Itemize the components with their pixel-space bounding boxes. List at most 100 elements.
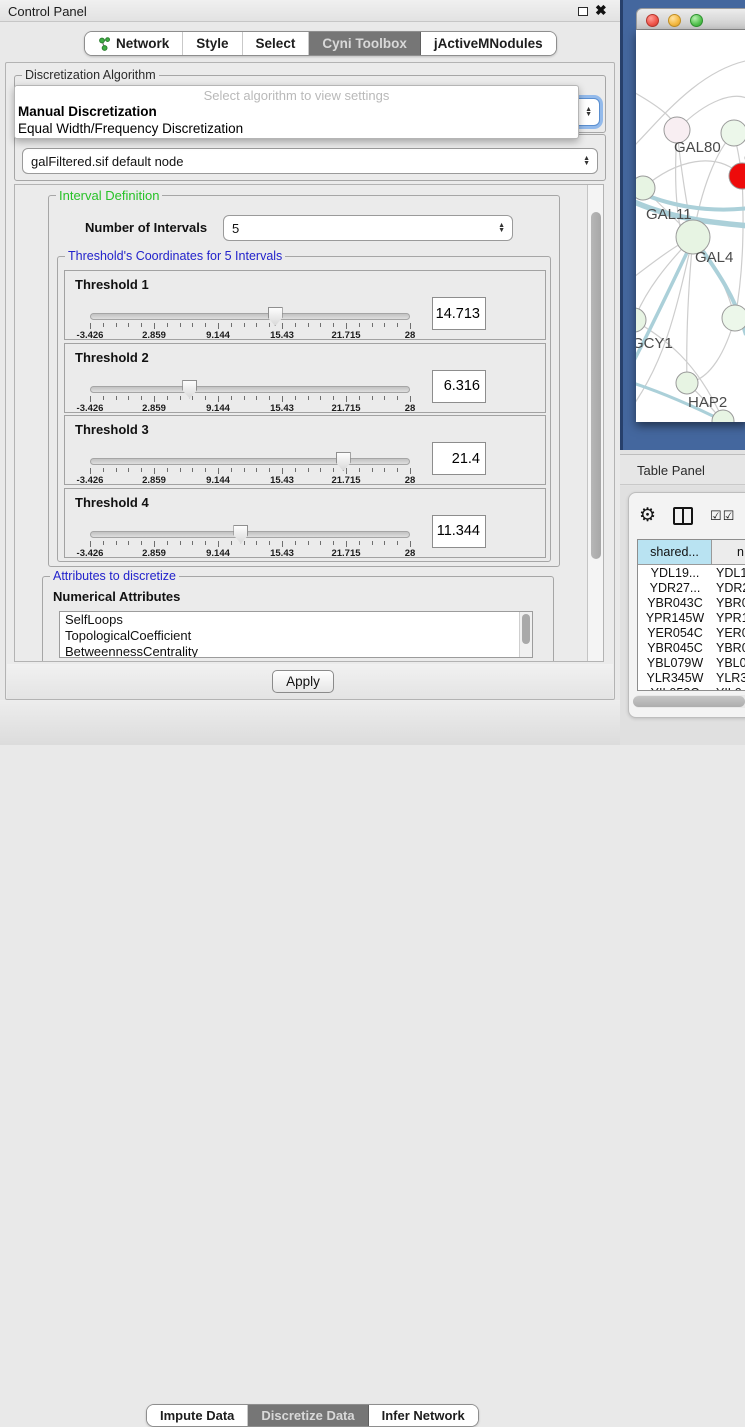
cell-shared-name: YLR345W xyxy=(638,670,712,685)
split-columns-icon[interactable] xyxy=(673,507,693,525)
table-rows: YDL19...YDL1YDR27...YDR2YBR043CYBR0YPR14… xyxy=(638,565,745,691)
cell-name: YBR0 xyxy=(712,595,745,610)
network-node[interactable] xyxy=(722,305,745,331)
table-row[interactable]: YBR043CYBR0 xyxy=(638,595,745,610)
number-of-intervals-combobox[interactable]: 5 ▲▼ xyxy=(223,215,513,241)
algorithm-dropdown-popup: Select algorithm to view settings Manual… xyxy=(14,85,579,139)
cell-shared-name: YDL19... xyxy=(638,565,712,580)
table-panel-toolbar: ⚙ ☑☑ xyxy=(639,503,735,529)
control-panel-titlebar: Control Panel ✖ xyxy=(0,0,620,22)
column-header-shared-name[interactable]: shared... xyxy=(638,540,712,564)
table-panel-titlebar: Table Panel xyxy=(620,454,745,485)
table-row[interactable]: YIL053CYIL0 xyxy=(638,685,745,691)
slider-ticks xyxy=(90,541,410,548)
slider-track[interactable] xyxy=(90,531,410,538)
checkbox-icons[interactable]: ☑☑ xyxy=(710,508,735,524)
threshold-value-field[interactable]: 14.713 xyxy=(432,297,486,330)
network-icon xyxy=(98,37,111,51)
bottom-tab-bar: Impute Data Discretize DataInfer Network xyxy=(146,1404,479,1427)
tab-infer-network[interactable]: Infer Network xyxy=(369,1405,478,1426)
tab-label: Style xyxy=(196,36,228,51)
cell-shared-name: YBR043C xyxy=(638,595,712,610)
network-view-window[interactable]: GAL80GACGAL11GAL4GCY1HHAP2 xyxy=(620,0,745,450)
tab-jactivemnodules[interactable]: jActiveMNodules xyxy=(421,32,556,55)
table-data-value: galFiltered.sif default node xyxy=(31,154,183,169)
discretization-algorithm-label: Discretization Algorithm xyxy=(22,68,159,82)
network-node[interactable] xyxy=(636,308,646,332)
popup-option[interactable]: Manual Discretization xyxy=(15,103,578,120)
column-header-name[interactable]: n xyxy=(712,540,745,564)
network-node[interactable] xyxy=(636,176,655,200)
cell-name: YER0 xyxy=(712,625,745,640)
popup-option[interactable]: Equal Width/Frequency Discretization xyxy=(15,120,578,137)
threshold-box: Threshold 2-3.4262.8599.14415.4321.71528… xyxy=(64,343,546,413)
gear-icon[interactable]: ⚙ xyxy=(639,506,656,526)
popup-placeholder-item[interactable]: Select algorithm to view settings xyxy=(15,86,578,103)
slider-track[interactable] xyxy=(90,313,410,320)
threshold-slider[interactable]: -3.4262.8599.14415.4321.71528 xyxy=(90,456,410,486)
cell-name: YPR1 xyxy=(712,610,745,625)
threshold-value-field[interactable]: 21.4 xyxy=(432,442,486,475)
float-window-icon[interactable] xyxy=(578,7,588,16)
tab-cyni-toolbox[interactable]: Cyni Toolbox xyxy=(309,32,421,55)
table-row[interactable]: YPR145WYPR1 xyxy=(638,610,745,625)
table-row[interactable]: YDL19...YDL1 xyxy=(638,565,745,580)
list-scrollbar[interactable] xyxy=(519,612,532,657)
network-node[interactable] xyxy=(721,120,745,146)
table-data-combobox[interactable]: galFiltered.sif default node ▲▼ xyxy=(22,148,598,174)
numerical-attributes-label: Numerical Attributes xyxy=(53,589,180,604)
tab-label: jActiveMNodules xyxy=(434,36,543,51)
network-node-label: GAL11 xyxy=(646,206,692,223)
threshold-value-field[interactable]: 6.316 xyxy=(432,370,486,403)
tab-label: Impute Data xyxy=(160,1408,234,1423)
network-node[interactable] xyxy=(729,163,745,189)
tab-discretize-data[interactable]: Discretize Data xyxy=(248,1405,368,1426)
apply-button[interactable]: Apply xyxy=(272,670,334,693)
tab-label: Network xyxy=(116,36,169,51)
close-icon[interactable]: ✖ xyxy=(595,2,607,19)
settings-scrollbar-thumb[interactable] xyxy=(591,212,601,559)
cell-name: YIL0 xyxy=(712,685,745,691)
network-canvas[interactable]: GAL80GACGAL11GAL4GCY1HHAP2 xyxy=(636,30,745,422)
panel-title: Control Panel xyxy=(8,4,87,19)
zoom-traffic-light-icon[interactable] xyxy=(690,14,703,27)
tab-impute-data[interactable]: Impute Data xyxy=(147,1405,248,1426)
threshold-slider[interactable]: -3.4262.8599.14415.4321.71528 xyxy=(90,529,410,559)
slider-track[interactable] xyxy=(90,386,410,393)
table-row[interactable]: YER054CYER0 xyxy=(638,625,745,640)
tab-label: Select xyxy=(256,36,296,51)
network-node[interactable] xyxy=(676,372,698,394)
tab-select[interactable]: Select xyxy=(243,32,310,55)
minimize-traffic-light-icon[interactable] xyxy=(668,14,681,27)
cell-name: YBR0 xyxy=(712,640,745,655)
combo-arrows-icon: ▲▼ xyxy=(585,99,592,125)
slider-ticks xyxy=(90,468,410,475)
table-row[interactable]: YLR345WYLR3 xyxy=(638,670,745,685)
slider-track[interactable] xyxy=(90,458,410,465)
attribute-list-item[interactable]: TopologicalCoefficient xyxy=(60,628,532,644)
threshold-slider[interactable]: -3.4262.8599.14415.4321.71528 xyxy=(90,311,410,341)
slider-tick-labels: -3.4262.8599.14415.4321.71528 xyxy=(90,330,410,341)
table-row[interactable]: YDR27...YDR2 xyxy=(638,580,745,595)
threshold-box: Threshold 4-3.4262.8599.14415.4321.71528… xyxy=(64,488,546,558)
list-scrollbar-thumb[interactable] xyxy=(522,614,530,644)
attributes-to-discretize-group: Attributes to discretize Numerical Attri… xyxy=(42,576,554,662)
node-attribute-table[interactable]: shared... n YDL19...YDL1YDR27...YDR2YBR0… xyxy=(637,539,745,691)
tab-network[interactable]: Network xyxy=(85,32,183,55)
tab-style[interactable]: Style xyxy=(183,32,242,55)
table-row[interactable]: YBR045CYBR0 xyxy=(638,640,745,655)
settings-scrollbar[interactable] xyxy=(587,185,603,661)
table-hscrollbar-thumb[interactable] xyxy=(633,696,745,707)
table-panel-box: ⚙ ☑☑ shared... n YDL19...YDL1YDR27...YDR… xyxy=(628,492,745,718)
number-of-intervals-value: 5 xyxy=(232,221,239,236)
threshold-slider[interactable]: -3.4262.8599.14415.4321.71528 xyxy=(90,384,410,414)
threshold-value-field[interactable]: 11.344 xyxy=(432,515,486,548)
control-panel: Control Panel ✖ Network Style Select Cyni T… xyxy=(0,0,620,745)
table-row[interactable]: YBL079WYBL0 xyxy=(638,655,745,670)
numerical-attributes-list[interactable]: SelfLoopsTopologicalCoefficientBetweenne… xyxy=(59,611,533,658)
attribute-list-item[interactable]: SelfLoops xyxy=(60,612,532,628)
table-header-row: shared... n xyxy=(638,540,745,565)
table-horizontal-scrollbar[interactable] xyxy=(633,695,745,708)
close-traffic-light-icon[interactable] xyxy=(646,14,659,27)
attribute-list-item[interactable]: BetweennessCentrality xyxy=(60,644,532,658)
